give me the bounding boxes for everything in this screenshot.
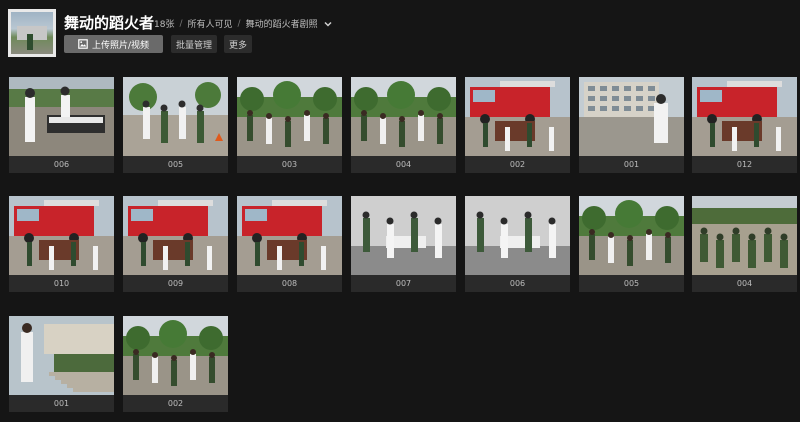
photo-thumbnail[interactable] [237,196,342,275]
photo-caption: 003 [237,156,342,173]
photo-caption: 007 [351,275,456,292]
photo-thumbnail[interactable] [9,77,114,156]
photo-caption: 009 [123,275,228,292]
photo-caption: 005 [123,156,228,173]
photo-card[interactable]: 009 [123,196,228,292]
photo-caption: 010 [9,275,114,292]
photo-card[interactable]: 001 [579,77,684,173]
photo-caption: 004 [351,156,456,173]
photo-card[interactable]: 008 [237,196,342,292]
photo-thumbnail[interactable] [692,77,797,156]
photo-card[interactable]: 004 [692,196,797,292]
photo-thumbnail[interactable] [692,196,797,275]
photo-caption: 002 [465,156,570,173]
photo-card[interactable]: 012 [692,77,797,173]
photo-card[interactable]: 005 [579,196,684,292]
photo-card[interactable]: 003 [237,77,342,173]
photo-thumbnail[interactable] [123,196,228,275]
photo-card[interactable]: 007 [351,196,456,292]
photo-caption: 008 [237,275,342,292]
photo-card[interactable]: 002 [465,77,570,173]
photo-thumbnail[interactable] [465,77,570,156]
photo-caption: 012 [692,156,797,173]
photo-caption: 002 [123,395,228,412]
photo-thumbnail[interactable] [123,316,228,395]
photo-caption: 001 [579,156,684,173]
photo-card[interactable]: 001 [9,316,114,412]
photo-thumbnail[interactable] [123,77,228,156]
photo-card[interactable]: 002 [123,316,228,412]
photo-caption: 004 [692,275,797,292]
photo-thumbnail[interactable] [465,196,570,275]
photo-thumbnail[interactable] [351,77,456,156]
photo-thumbnail[interactable] [237,77,342,156]
photo-grid: 006 005 003 004 002 001 012 010 009 008 007 006 005 0… [0,0,800,422]
photo-card[interactable]: 010 [9,196,114,292]
photo-caption: 005 [579,275,684,292]
photo-thumbnail[interactable] [9,196,114,275]
photo-card[interactable]: 006 [465,196,570,292]
photo-thumbnail[interactable] [579,77,684,156]
photo-thumbnail[interactable] [579,196,684,275]
photo-caption: 006 [465,275,570,292]
photo-caption: 006 [9,156,114,173]
photo-thumbnail[interactable] [9,316,114,395]
photo-thumbnail[interactable] [351,196,456,275]
photo-card[interactable]: 006 [9,77,114,173]
photo-card[interactable]: 005 [123,77,228,173]
photo-card[interactable]: 004 [351,77,456,173]
photo-caption: 001 [9,395,114,412]
